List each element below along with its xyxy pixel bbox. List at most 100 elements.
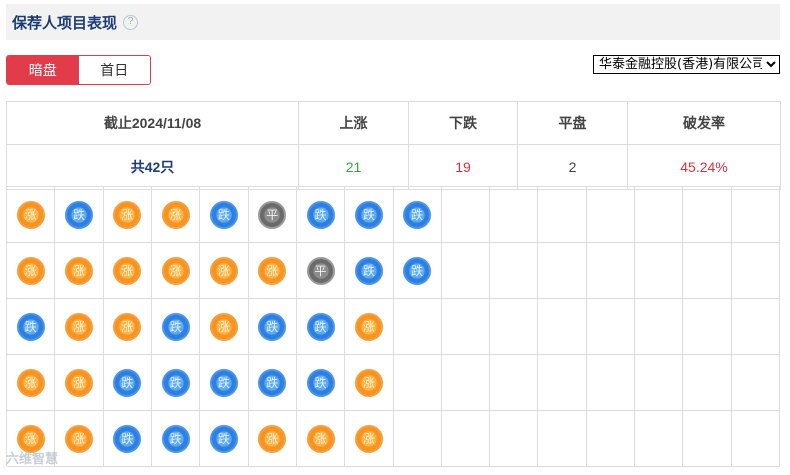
grid-cell: 涨: [103, 187, 152, 243]
grid-cell: 跌: [393, 243, 442, 299]
even-badge-icon[interactable]: 平: [258, 200, 287, 229]
grid-cell: 涨: [345, 411, 394, 467]
summary-flat-count: 2: [517, 144, 628, 190]
grid-cell: 跌: [151, 411, 201, 467]
fall-badge-icon[interactable]: 跌: [113, 424, 142, 453]
tab-first-day[interactable]: 首日: [78, 56, 150, 84]
grid-cell: [586, 355, 636, 411]
grid-cell: 涨: [103, 243, 152, 299]
grid-cell: 跌: [7, 299, 56, 355]
fall-badge-icon[interactable]: 跌: [403, 256, 432, 285]
tab-dark-market[interactable]: 暗盘: [7, 56, 79, 84]
fall-badge-icon[interactable]: 跌: [306, 312, 335, 341]
rise-badge-icon[interactable]: 涨: [64, 424, 93, 453]
fall-badge-icon[interactable]: 跌: [306, 200, 335, 229]
watermark-logo: 六维智慧: [6, 451, 59, 466]
grid-cell: 跌: [103, 411, 152, 467]
grid-cell: 涨: [7, 243, 56, 299]
grid-cell: 涨: [55, 299, 104, 355]
even-badge-icon[interactable]: 平: [306, 256, 335, 285]
grid-cell: [683, 355, 732, 411]
fall-badge-icon[interactable]: 跌: [403, 200, 432, 229]
rise-badge-icon[interactable]: 涨: [258, 424, 287, 453]
section-title: 保荐人项目表现: [12, 14, 118, 32]
rise-badge-icon[interactable]: 涨: [113, 200, 142, 229]
rise-badge-icon[interactable]: 涨: [64, 312, 93, 341]
rise-badge-icon[interactable]: 涨: [64, 368, 93, 397]
grid-cell: [731, 355, 780, 411]
rise-badge-icon[interactable]: 涨: [354, 312, 383, 341]
fall-badge-icon[interactable]: 跌: [209, 424, 238, 453]
rise-badge-icon[interactable]: 涨: [209, 256, 238, 285]
grid-cell: 涨: [55, 411, 104, 467]
rise-badge-icon[interactable]: 涨: [258, 256, 287, 285]
rise-badge-icon[interactable]: 涨: [16, 256, 45, 285]
rise-badge-icon[interactable]: 涨: [306, 424, 335, 453]
rise-badge-icon[interactable]: 涨: [113, 312, 142, 341]
broker-select[interactable]: 华泰金融控股(香港)有限公司: [593, 55, 780, 74]
grid-cell: [586, 187, 636, 243]
grid-cell: 跌: [393, 187, 442, 243]
rise-badge-icon[interactable]: 涨: [113, 256, 142, 285]
summary-down-count: 19: [408, 144, 518, 190]
grid-cell: 涨: [345, 299, 394, 355]
grid-cell: [635, 355, 684, 411]
summary-header-row: 截止2024/11/08 上涨 下跌 平盘 破发率: [6, 101, 781, 145]
rise-badge-icon[interactable]: 涨: [354, 424, 383, 453]
fall-badge-icon[interactable]: 跌: [161, 424, 190, 453]
grid-cell: [490, 243, 539, 299]
section-header: 保荐人项目表现 ?: [6, 4, 780, 40]
question-circle-icon[interactable]: ?: [123, 14, 139, 30]
grid-cell: 跌: [103, 355, 152, 411]
grid-cell: 跌: [151, 355, 201, 411]
grid-cell: [731, 299, 780, 355]
rise-badge-icon[interactable]: 涨: [354, 368, 383, 397]
grid-cell: 跌: [296, 355, 346, 411]
grid-cell: 跌: [296, 299, 346, 355]
grid-cell: [538, 187, 587, 243]
fall-badge-icon[interactable]: 跌: [258, 312, 287, 341]
grid-cell: [490, 299, 539, 355]
summary-header-flat: 平盘: [517, 101, 628, 145]
grid-cell: [635, 411, 684, 467]
rise-badge-icon[interactable]: 涨: [16, 368, 45, 397]
rise-badge-icon[interactable]: 涨: [161, 200, 190, 229]
fall-badge-icon[interactable]: 跌: [113, 368, 142, 397]
grid-cell: [441, 243, 491, 299]
fall-badge-icon[interactable]: 跌: [16, 312, 45, 341]
grid-cell: [586, 243, 636, 299]
fall-badge-icon[interactable]: 跌: [64, 200, 93, 229]
ipo-result-grid: 涨跌涨涨跌平跌跌跌涨涨涨涨涨涨平跌跌跌涨涨跌涨跌跌涨涨涨跌跌跌跌跌涨涨涨跌跌跌涨…: [6, 186, 780, 467]
grid-cell: [441, 355, 491, 411]
grid-cell: [490, 355, 539, 411]
grid-cell: 平: [296, 243, 346, 299]
fall-badge-icon[interactable]: 跌: [258, 368, 287, 397]
grid-cell: 跌: [296, 187, 346, 243]
fall-badge-icon[interactable]: 跌: [306, 368, 335, 397]
fall-badge-icon[interactable]: 跌: [209, 368, 238, 397]
fall-badge-icon[interactable]: 跌: [354, 200, 383, 229]
grid-cell: [393, 411, 442, 467]
rise-badge-icon[interactable]: 涨: [209, 312, 238, 341]
fall-badge-icon[interactable]: 跌: [161, 312, 190, 341]
grid-cell: [683, 299, 732, 355]
summary-header-down: 下跌: [408, 101, 518, 145]
grid-cell: [683, 411, 732, 467]
rise-badge-icon[interactable]: 涨: [161, 256, 190, 285]
summary-header-date: 截止2024/11/08: [6, 101, 299, 145]
fall-badge-icon[interactable]: 跌: [209, 200, 238, 229]
summary-break-rate: 45.24%: [627, 144, 781, 190]
grid-cell: 涨: [151, 243, 201, 299]
grid-cell: 跌: [248, 355, 297, 411]
fall-badge-icon[interactable]: 跌: [354, 256, 383, 285]
fall-badge-icon[interactable]: 跌: [161, 368, 190, 397]
rise-badge-icon[interactable]: 涨: [16, 200, 45, 229]
grid-cell: 涨: [248, 411, 297, 467]
summary-value-row: 共42只 21 19 2 45.24%: [6, 144, 781, 190]
summary-header-break-rate: 破发率: [627, 101, 781, 145]
grid-cell: [635, 187, 684, 243]
grid-cell: [635, 243, 684, 299]
summary-up-count: 21: [298, 144, 409, 190]
grid-cell: [441, 411, 491, 467]
rise-badge-icon[interactable]: 涨: [64, 256, 93, 285]
